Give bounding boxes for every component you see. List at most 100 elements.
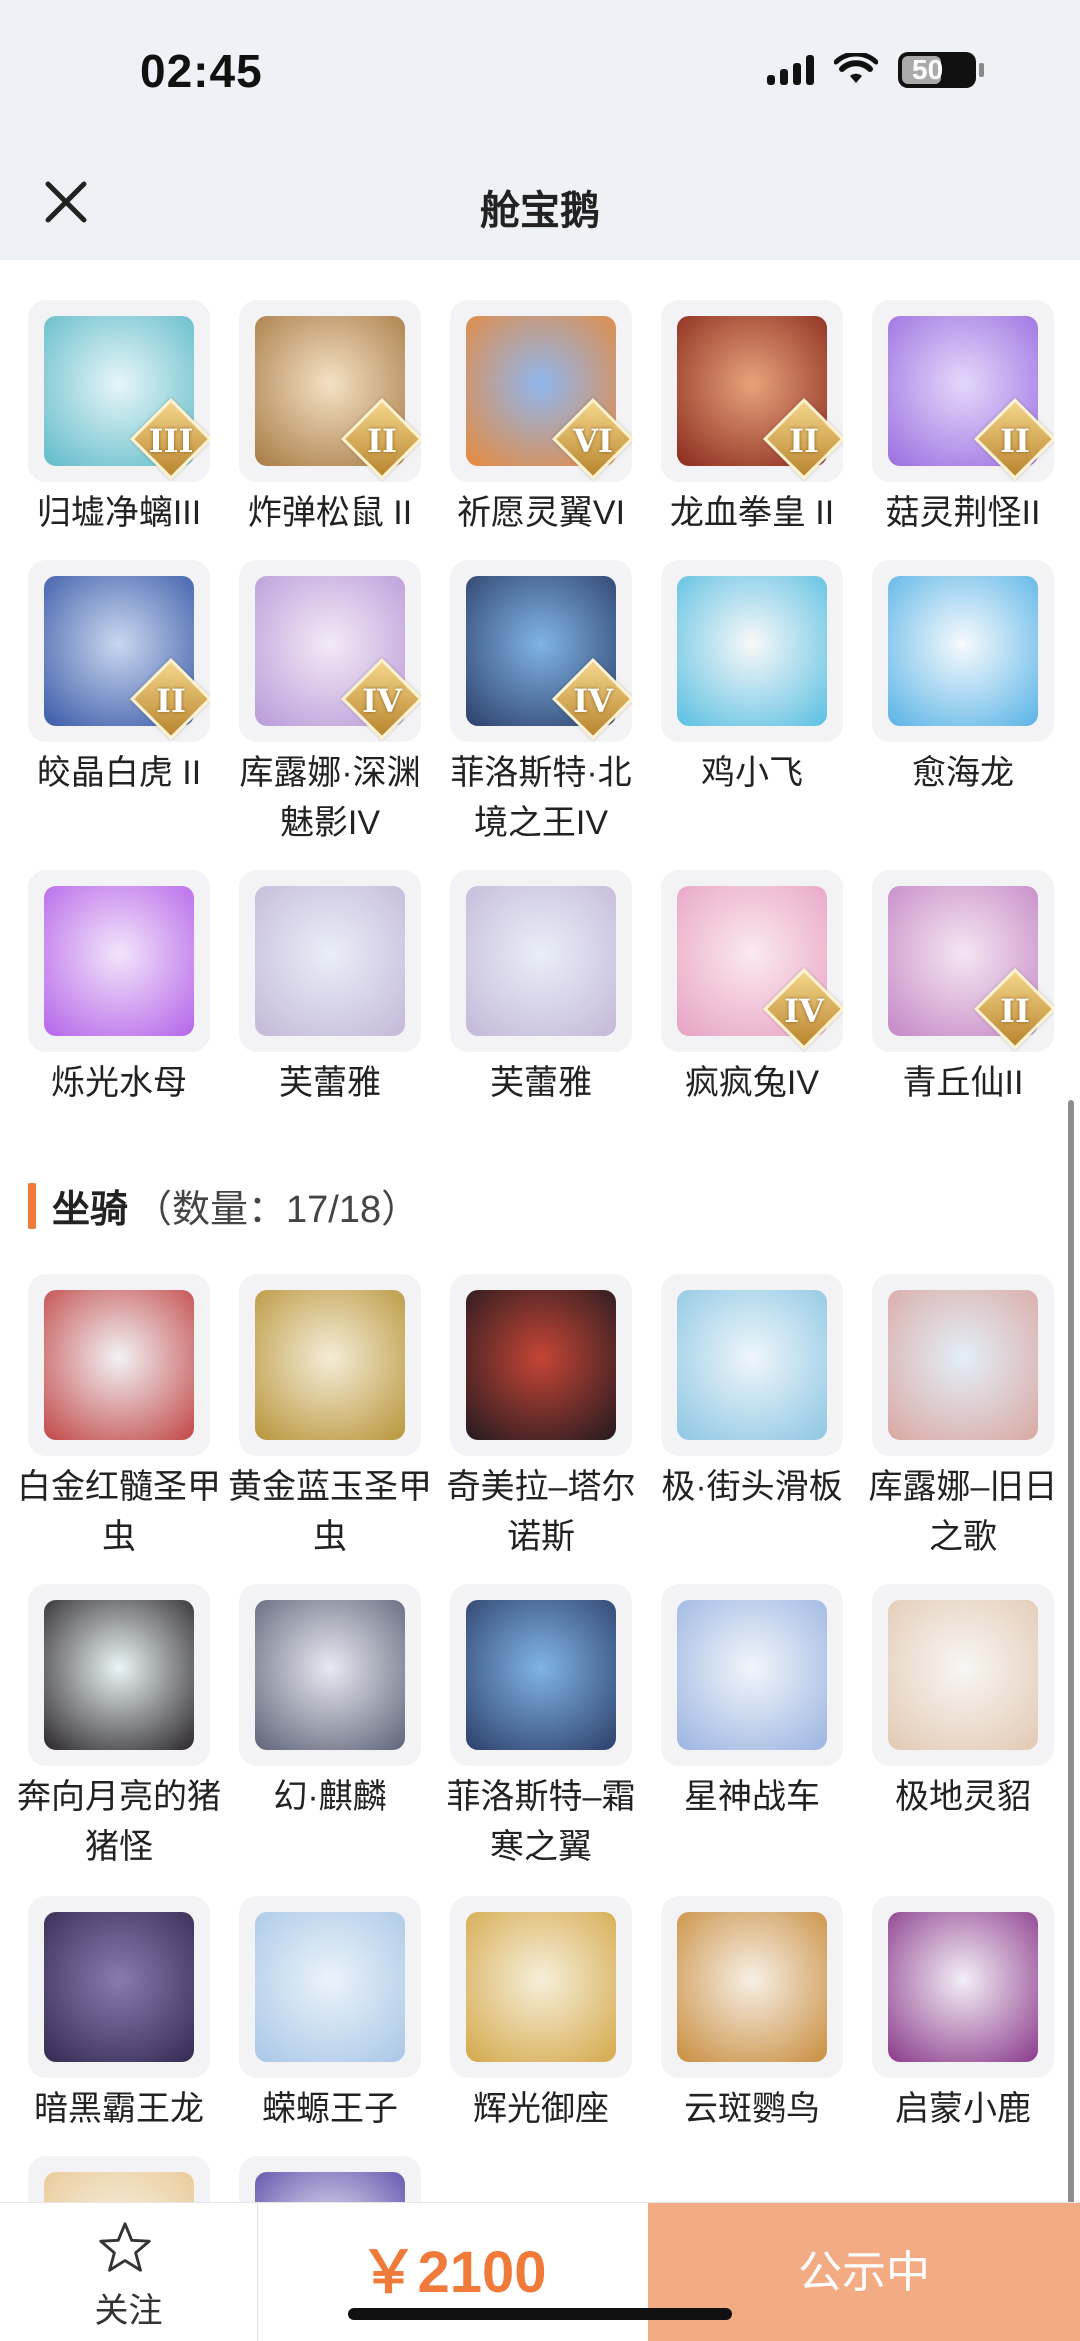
pet-label: 菇灵荆怪II [885, 494, 1041, 532]
follow-button[interactable]: 关注 [0, 2203, 258, 2341]
pet-card[interactable]: 芙蕾雅 [225, 870, 435, 1108]
mount-card[interactable]: 奔向月亮的猪猪怪 [14, 1584, 224, 1872]
mount-label: 星神战车 [684, 1778, 820, 1816]
mount-card[interactable]: 暗黑霸王龙 [14, 1896, 224, 2134]
tier-badge-text: II [156, 682, 186, 720]
pet-card[interactable]: 鸡小飞 [647, 560, 857, 798]
star-icon [99, 2222, 151, 2272]
mount-card[interactable]: 蝾螈王子 [225, 1896, 435, 2134]
mount-card[interactable]: 奇美拉–塔尔诺斯 [436, 1274, 646, 1562]
mount-label: 云斑鹦鸟 [684, 2090, 820, 2128]
pet-image [255, 886, 405, 1036]
pet-card[interactable]: IV 库露娜·深渊魅影IV [225, 560, 435, 848]
pet-label: 菲洛斯特·北境之王IV [450, 754, 632, 842]
pet-card[interactable]: III 归墟净螭III [14, 300, 224, 538]
mount-thumbnail [450, 1584, 632, 1766]
status-time: 02:45 [140, 45, 263, 97]
pet-thumbnail: II [872, 870, 1054, 1052]
mount-thumbnail [239, 1584, 421, 1766]
mount-card[interactable]: 星神战车 [647, 1584, 857, 1822]
mount-thumbnail [239, 1896, 421, 2078]
status-icons: 50 [767, 52, 984, 88]
mount-card[interactable]: 辉光御座 [436, 1896, 646, 2134]
mount-card[interactable]: 幻·麒麟 [225, 1584, 435, 1822]
mount-label: 蝾螈王子 [262, 2090, 398, 2128]
pet-label: 烁光水母 [51, 1064, 187, 1102]
mount-label: 奔向月亮的猪猪怪 [17, 1778, 221, 1866]
mount-card[interactable] [225, 2156, 435, 2202]
mount-thumbnail [872, 1896, 1054, 2078]
pet-label: 皎晶白虎 II [36, 754, 202, 792]
mount-card[interactable]: 白金红髓圣甲虫 [14, 1274, 224, 1562]
tier-badge-text: IV [573, 682, 613, 720]
mount-image [255, 1912, 405, 2062]
bottom-bar: 关注 ￥2100 公示中 [0, 2202, 1080, 2341]
pet-card[interactable]: IV 菲洛斯特·北境之王IV [436, 560, 646, 848]
pet-card[interactable]: IV 疯疯兔IV [647, 870, 857, 1108]
mount-thumbnail [450, 1274, 632, 1456]
mount-card[interactable]: 库露娜–旧日之歌 [858, 1274, 1068, 1562]
public-notice-button[interactable]: 公示中 [648, 2203, 1080, 2341]
mount-image [466, 1912, 616, 2062]
tier-badge-text: IV [784, 992, 824, 1030]
mount-card[interactable]: 菲洛斯特–霜寒之翼 [436, 1584, 646, 1872]
mount-image [677, 1912, 827, 2062]
section-accent-bar [28, 1182, 36, 1229]
mount-card[interactable]: 极地灵貂 [858, 1584, 1068, 1822]
pet-card[interactable]: 烁光水母 [14, 870, 224, 1108]
mount-image [466, 1600, 616, 1750]
pet-card[interactable]: VI 祈愿灵翼VI [436, 300, 646, 538]
scrollbar[interactable] [1068, 1100, 1074, 2202]
mount-label: 菲洛斯特–霜寒之翼 [446, 1778, 636, 1866]
pet-card[interactable]: II 皎晶白虎 II [14, 560, 224, 798]
mount-label: 库露娜–旧日之歌 [868, 1468, 1058, 1556]
pet-label: 愈海龙 [912, 754, 1014, 792]
mount-thumbnail [239, 1274, 421, 1456]
pet-thumbnail: VI [450, 300, 632, 482]
pet-card[interactable]: 芙蕾雅 [436, 870, 646, 1108]
mount-image [888, 1912, 1038, 2062]
mount-thumbnail [661, 1896, 843, 2078]
home-indicator [348, 2308, 732, 2320]
mount-card[interactable] [14, 2156, 224, 2202]
nav-bar: 舱宝鹅 [0, 150, 1080, 260]
mount-label: 暗黑霸王龙 [34, 2090, 204, 2128]
pet-card[interactable]: II 龙血拳皇 II [647, 300, 857, 538]
pet-thumbnail: II [661, 300, 843, 482]
content-area[interactable]: III 归墟净螭III II 炸弹松鼠 II VI 祈愿灵翼VI II 龙血拳皇 II II 菇灵… [0, 260, 1080, 2202]
page-title: 舱宝鹅 [480, 189, 600, 233]
battery-icon: 50 [898, 52, 984, 88]
cellular-signal-icon [767, 55, 814, 85]
mount-card[interactable]: 黄金蓝玉圣甲虫 [225, 1274, 435, 1562]
pet-image [888, 576, 1038, 726]
battery-level: 50 [912, 54, 944, 85]
mount-label: 极地灵貂 [895, 1778, 1031, 1816]
tier-badge-text: II [367, 422, 397, 460]
mount-label: 奇美拉–塔尔诺斯 [446, 1468, 636, 1556]
mount-image [255, 1600, 405, 1750]
pet-card[interactable]: II 菇灵荆怪II [858, 300, 1068, 538]
pet-image [466, 886, 616, 1036]
pet-thumbnail: II [872, 300, 1054, 482]
pet-card[interactable]: II 炸弹松鼠 II [225, 300, 435, 538]
pet-card[interactable]: 愈海龙 [858, 560, 1068, 798]
mount-thumbnail [28, 1896, 210, 2078]
mount-label: 极·街头滑板 [661, 1468, 843, 1506]
mount-card[interactable]: 云斑鹦鸟 [647, 1896, 857, 2134]
mount-card[interactable]: 极·街头滑板 [647, 1274, 857, 1512]
wifi-icon [834, 53, 878, 83]
section-count: （数量：17/18） [134, 1189, 420, 1231]
mount-image [44, 1912, 194, 2062]
status-bar: 02:45 50 [0, 0, 1080, 150]
mount-thumbnail [450, 1896, 632, 2078]
pet-label: 祈愿灵翼VI [456, 494, 626, 532]
mount-thumbnail [872, 1274, 1054, 1456]
pet-thumbnail [239, 870, 421, 1052]
mount-image [466, 1290, 616, 1440]
mount-label: 幻·麒麟 [273, 1778, 387, 1816]
mount-label: 启蒙小鹿 [895, 2090, 1031, 2128]
mount-card[interactable]: 启蒙小鹿 [858, 1896, 1068, 2134]
pet-card[interactable]: II 青丘仙II [858, 870, 1068, 1108]
tier-badge-text: II [1000, 992, 1030, 1030]
pet-label: 芙蕾雅 [490, 1064, 592, 1102]
